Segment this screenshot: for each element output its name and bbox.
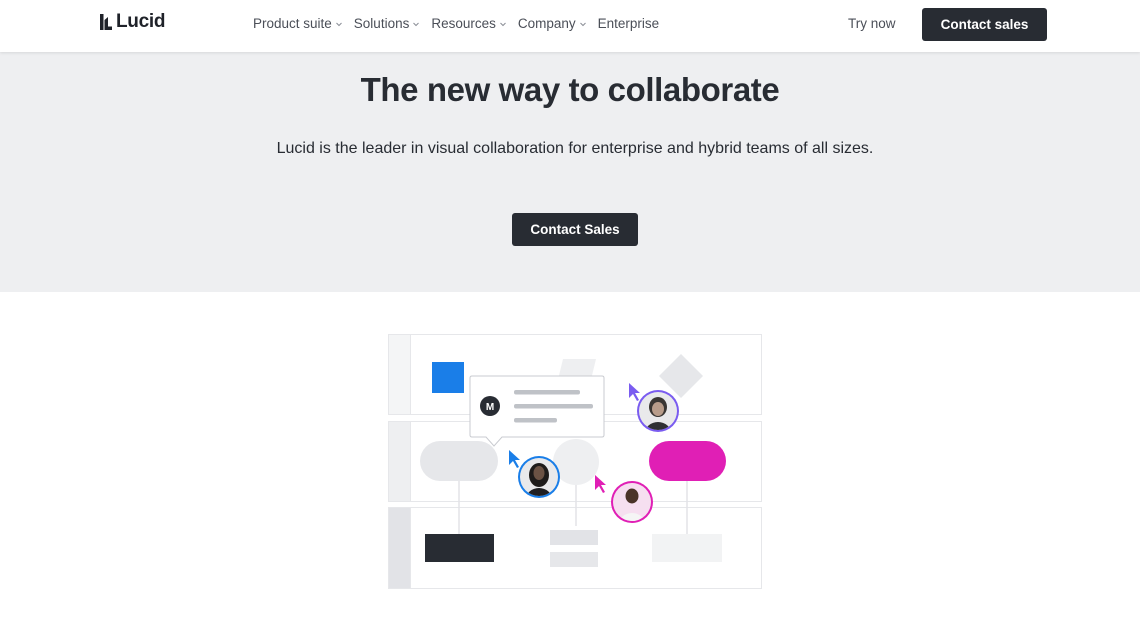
gray-stacked-shape (550, 530, 598, 545)
chevron-down-icon (499, 20, 507, 28)
logo-text: Lucid (116, 11, 166, 32)
nav-label: Product suite (253, 16, 332, 31)
chevron-down-icon (412, 20, 420, 28)
comment-bubble: M (469, 375, 605, 447)
chevron-down-icon (579, 20, 587, 28)
nav-label: Resources (431, 16, 496, 31)
top-nav-bar: Lucid Product suite Solutions Resources … (0, 0, 1140, 52)
nav-company[interactable]: Company (518, 16, 587, 31)
nav-resources[interactable]: Resources (431, 16, 507, 31)
hero-contact-sales-button[interactable]: Contact Sales (512, 213, 638, 246)
dark-rectangle-shape (425, 534, 494, 562)
hero-subtitle: Lucid is the leader in visual collaborat… (276, 140, 874, 157)
comment-avatar-letter: M (486, 402, 494, 413)
nav-enterprise[interactable]: Enterprise (598, 16, 660, 31)
nav-label: Enterprise (597, 16, 660, 31)
contact-sales-button[interactable]: Contact sales (922, 8, 1047, 41)
lucid-logo-icon (100, 14, 113, 30)
hero-section: The new way to collaborate Lucid is the … (0, 52, 1140, 292)
try-now-link[interactable]: Try now (848, 16, 896, 31)
light-rectangle-shape (652, 534, 722, 562)
chevron-down-icon (335, 20, 343, 28)
gray-stacked-shape (550, 552, 598, 567)
comment-line (514, 404, 593, 409)
nav-solutions[interactable]: Solutions (354, 16, 421, 31)
nav-product-suite[interactable]: Product suite (253, 16, 343, 31)
collaboration-illustration: M (388, 334, 762, 589)
blue-square-shape (432, 362, 464, 393)
nav-label: Company (517, 16, 576, 31)
hero-title: The new way to collaborate (360, 71, 780, 108)
magenta-pill-shape (649, 441, 726, 481)
main-nav: Product suite Solutions Resources Compan… (253, 16, 670, 31)
nav-label: Solutions (353, 16, 410, 31)
lucid-logo[interactable]: Lucid (100, 11, 166, 32)
comment-line (514, 390, 580, 395)
gray-pill-shape (420, 441, 498, 481)
comment-line (514, 418, 557, 423)
